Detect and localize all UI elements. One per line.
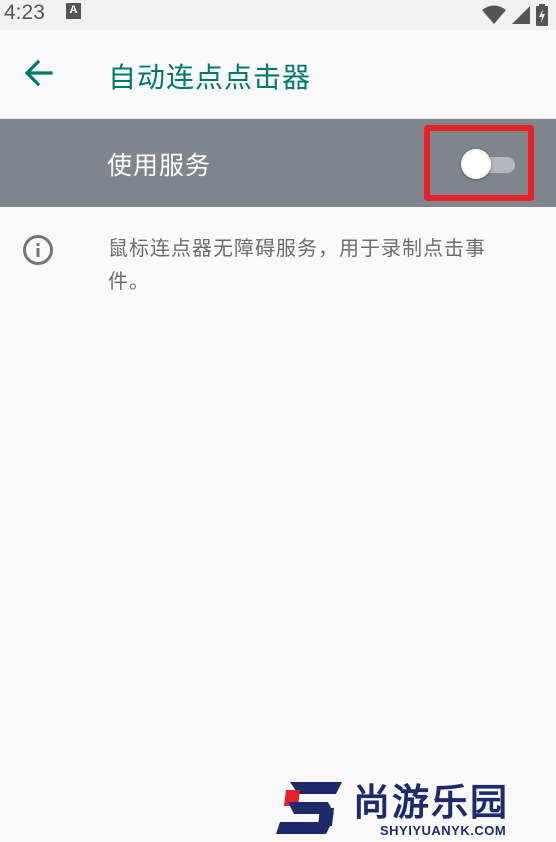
app-bar: 自动连点点击器 [0,30,556,119]
arrow-left-icon [24,59,53,87]
status-bar: 4:23 A [0,0,556,30]
use-service-row[interactable]: 使用服务 [0,119,556,207]
page-title: 自动连点点击器 [108,61,312,94]
status-time: 4:23 [4,1,45,24]
info-icon [23,235,53,265]
notification-a-icon: A [66,3,81,19]
signal-icon [512,6,530,24]
status-icons [482,0,548,30]
watermark-brand: 尚游乐园 [353,781,509,824]
watermark-logo: 尚游乐园 SHYIYUANYK.COM [276,772,556,842]
s-logo-icon [276,782,342,834]
wifi-icon [482,5,506,24]
use-service-label: 使用服务 [107,151,212,180]
back-button[interactable] [20,54,58,92]
watermark-url: SHYIYUANYK.COM [380,823,507,838]
switch-thumb [461,149,491,179]
battery-charging-icon [536,4,548,26]
service-description: 鼠标连点器无障碍服务，用于录制点击事件。 [108,236,486,293]
use-service-switch[interactable] [461,148,517,180]
